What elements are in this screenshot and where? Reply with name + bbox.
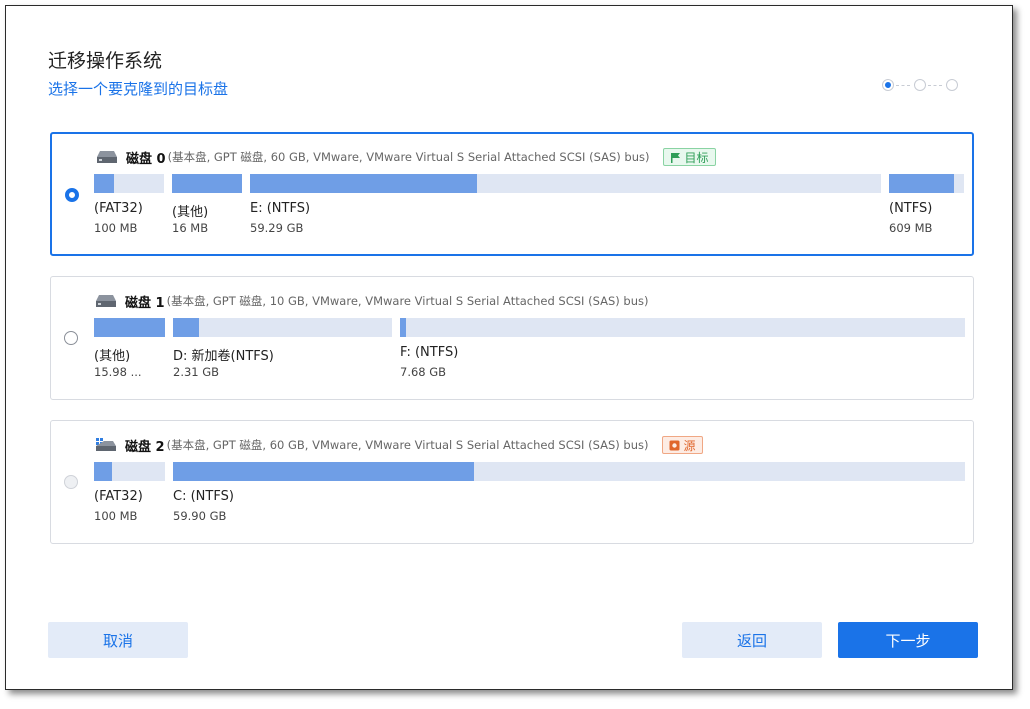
- partition-usage: [400, 318, 406, 337]
- partition-bar[interactable]: [94, 174, 164, 193]
- step-connector: [928, 85, 942, 86]
- disk-card-1[interactable]: 磁盘 1 (基本盘, GPT 磁盘, 10 GB, VMware, VMware…: [50, 276, 974, 400]
- disk-1-name: 磁盘 1: [125, 295, 165, 311]
- target-tag: 目标: [663, 148, 716, 166]
- disk-0-description: (基本盘, GPT 磁盘, 60 GB, VMware, VMware Virt…: [167, 150, 650, 164]
- back-button[interactable]: 返回: [682, 622, 822, 658]
- partition-size: 59.29 GB: [250, 221, 304, 235]
- target-tag-label: 目标: [684, 150, 709, 165]
- partition-size: 609 MB: [889, 221, 933, 235]
- page-title: 迁移操作系统: [48, 50, 163, 72]
- disk-0-header: 磁盘 0 (基本盘, GPT 磁盘, 60 GB, VMware, VMware…: [96, 148, 716, 167]
- step-connector: [896, 85, 910, 86]
- step-indicator: [882, 78, 962, 94]
- disk-0-radio[interactable]: [65, 188, 79, 202]
- partition-size: 7.68 GB: [400, 365, 447, 379]
- partition-size: 15.98 ...: [94, 365, 142, 379]
- disk-0-name: 磁盘 0: [126, 151, 166, 167]
- partition-usage: [172, 174, 242, 193]
- disk-1-description: (基本盘, GPT 磁盘, 10 GB, VMware, VMware Virt…: [166, 294, 649, 308]
- partition-size: 59.90 GB: [173, 509, 227, 523]
- partition-label: F: (NTFS): [400, 345, 459, 360]
- migrate-os-dialog: 迁移操作系统 选择一个要克隆到的目标盘 磁盘 0 (基本盘, GPT 磁盘, 6…: [5, 5, 1013, 690]
- disk-1-radio[interactable]: [64, 331, 78, 345]
- partition-size: 16 MB: [172, 221, 209, 235]
- partition-usage: [173, 462, 474, 481]
- partition-label: D: 新加卷(NTFS): [173, 349, 274, 364]
- partition-bar: [173, 462, 965, 481]
- disk-card-2: 磁盘 2 (基本盘, GPT 磁盘, 60 GB, VMware, VMware…: [50, 420, 974, 544]
- disk-2-description: (基本盘, GPT 磁盘, 60 GB, VMware, VMware Virt…: [166, 438, 649, 452]
- partition-label: (NTFS): [889, 201, 933, 216]
- hard-drive-icon: [96, 295, 116, 307]
- partition-usage: [889, 174, 955, 193]
- partition-size: 100 MB: [94, 509, 138, 523]
- partition-bar[interactable]: [172, 174, 242, 193]
- partition-bar[interactable]: [889, 174, 964, 193]
- disk-2-radio: [64, 475, 78, 489]
- partition-usage: [94, 318, 165, 337]
- disk-card-0[interactable]: 磁盘 0 (基本盘, GPT 磁盘, 60 GB, VMware, VMware…: [50, 132, 974, 256]
- page-subtitle: 选择一个要克隆到的目标盘: [48, 80, 229, 98]
- partition-size: 100 MB: [94, 221, 138, 235]
- disk-2-header: 磁盘 2 (基本盘, GPT 磁盘, 60 GB, VMware, VMware…: [95, 436, 703, 455]
- source-disk-icon: [669, 440, 680, 450]
- partition-bar[interactable]: [94, 318, 165, 337]
- partition-bar: [94, 462, 165, 481]
- system-disk-icon: [96, 438, 116, 451]
- source-tag-label: 源: [683, 438, 696, 453]
- partition-bar[interactable]: [250, 174, 881, 193]
- step-3-dot: [946, 79, 958, 91]
- partition-label: (FAT32): [94, 201, 143, 216]
- partition-bar[interactable]: [173, 318, 392, 337]
- step-1-dot: [882, 79, 894, 91]
- disk-1-header: 磁盘 1 (基本盘, GPT 磁盘, 10 GB, VMware, VMware…: [95, 292, 649, 311]
- partition-label: C: (NTFS): [173, 489, 234, 504]
- partition-label: (其他): [172, 205, 209, 220]
- cancel-button[interactable]: 取消: [48, 622, 188, 658]
- partition-usage: [94, 462, 113, 481]
- partition-size: 2.31 GB: [173, 365, 220, 379]
- hard-drive-icon: [97, 151, 117, 163]
- partition-bar[interactable]: [400, 318, 965, 337]
- partition-label: (其他): [94, 349, 131, 364]
- step-2-dot: [914, 79, 926, 91]
- partition-label: E: (NTFS): [250, 201, 311, 216]
- disk-2-name: 磁盘 2: [125, 439, 165, 455]
- partition-usage: [173, 318, 200, 337]
- source-tag: 源: [662, 436, 703, 454]
- partition-usage: [250, 174, 478, 193]
- flag-icon: [671, 152, 681, 163]
- partition-usage: [94, 174, 115, 193]
- partition-label: (FAT32): [94, 489, 143, 504]
- next-button[interactable]: 下一步: [838, 622, 978, 658]
